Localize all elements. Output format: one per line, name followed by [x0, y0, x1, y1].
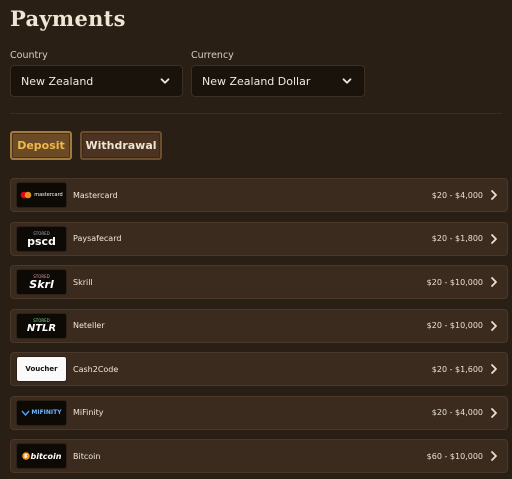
- currency-label: Currency: [191, 50, 234, 61]
- method-name: Paysafecard: [73, 234, 122, 243]
- chevron-right-icon: [491, 407, 497, 418]
- logo-text: bitcoin: [30, 451, 62, 461]
- divider: [10, 113, 502, 114]
- bitcoin-logo-icon: bitcoin: [16, 443, 67, 469]
- mifinity-mark-icon: [21, 410, 30, 416]
- chevron-right-icon: [491, 233, 497, 244]
- chevron-right-icon: [491, 451, 497, 461]
- payment-method-paysafecard[interactable]: STORED pscd Paysafecard $20 - $1,800: [10, 221, 508, 256]
- country-label: Country: [10, 50, 48, 61]
- country-select[interactable]: New Zealand: [10, 65, 183, 97]
- method-name: Bitcoin: [73, 451, 101, 461]
- currency-value: New Zealand Dollar: [202, 74, 311, 88]
- paysafecard-logo-icon: STORED pscd: [16, 225, 67, 252]
- mastercard-circles-icon: [20, 191, 32, 199]
- tab-withdrawal[interactable]: Withdrawal: [80, 131, 162, 160]
- neteller-logo-icon: STORED NTLR: [16, 312, 67, 339]
- payment-method-cash2code[interactable]: Voucher Cash2Code $20 - $1,600: [10, 352, 508, 386]
- logo-text: Skrl: [29, 278, 54, 291]
- chevron-right-icon: [491, 190, 497, 200]
- page-title: Payments: [10, 6, 126, 31]
- method-range: $20 - $1,600: [431, 364, 483, 374]
- method-name: Cash2Code: [73, 364, 119, 374]
- skrill-logo-icon: STORED Skrl: [16, 269, 67, 295]
- method-range: $20 - $10,000: [426, 277, 483, 287]
- method-range: $20 - $4,000: [431, 408, 483, 417]
- method-name: Neteller: [73, 321, 105, 330]
- chevron-right-icon: [491, 277, 497, 287]
- payment-method-mastercard[interactable]: mastercard Mastercard $20 - $4,000: [10, 178, 508, 212]
- method-range: $20 - $1,800: [431, 234, 483, 243]
- method-name: Mastercard: [73, 190, 118, 200]
- payment-method-neteller[interactable]: STORED NTLR Neteller $20 - $10,000: [10, 308, 508, 343]
- logo-text: pscd: [27, 234, 56, 248]
- voucher-logo-icon: Voucher: [16, 356, 67, 382]
- chevron-right-icon: [491, 364, 497, 374]
- logo-text: Voucher: [25, 365, 58, 373]
- payment-method-skrill[interactable]: STORED Skrl Skrill $20 - $10,000: [10, 265, 508, 299]
- method-range: $20 - $4,000: [431, 190, 483, 200]
- logo-text: mastercard: [34, 192, 63, 198]
- method-name: Skrill: [73, 277, 93, 287]
- tab-deposit[interactable]: Deposit: [10, 131, 72, 160]
- payment-method-mifinity[interactable]: MIFINITY MiFinity $20 - $4,000: [10, 395, 508, 430]
- payment-method-bitcoin[interactable]: bitcoin Bitcoin $60 - $10,000: [10, 439, 508, 473]
- logo-text: NTLR: [26, 322, 57, 334]
- currency-select[interactable]: New Zealand Dollar: [191, 65, 365, 97]
- country-value: New Zealand: [21, 74, 94, 88]
- chevron-down-icon: [342, 78, 352, 84]
- chevron-down-icon: [160, 78, 170, 84]
- logo-text: MIFINITY: [31, 409, 62, 416]
- method-name: MiFinity: [73, 408, 104, 417]
- method-range: $60 - $10,000: [426, 451, 483, 461]
- chevron-right-icon: [491, 320, 497, 331]
- bitcoin-coin-icon: [21, 452, 30, 460]
- method-range: $20 - $10,000: [426, 321, 483, 330]
- mifinity-logo-icon: MIFINITY: [16, 399, 67, 426]
- mastercard-logo-icon: mastercard: [16, 182, 67, 208]
